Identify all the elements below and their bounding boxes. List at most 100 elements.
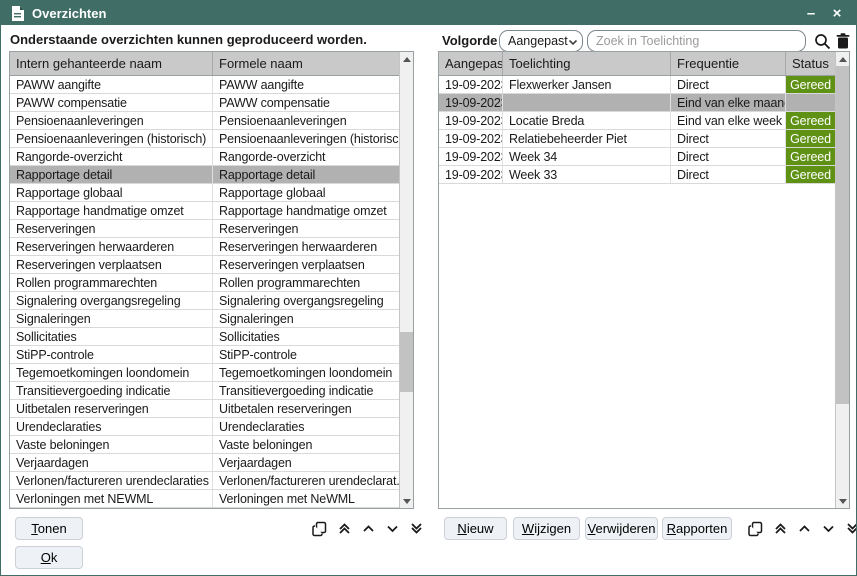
left-scrollbar-thumb[interactable] [400, 332, 413, 392]
cell-formele-naam: Rangorde-overzicht [213, 148, 399, 165]
table-row[interactable]: Rapportage handmatige omzetRapportage ha… [10, 202, 399, 220]
cell-intern-naam: Signalering overgangsregeling [10, 292, 213, 309]
cell-formele-naam: Vaste beloningen [213, 436, 399, 453]
table-row[interactable]: Reserveringen herwaarderenReserveringen … [10, 238, 399, 256]
scroll-down-icon[interactable] [836, 494, 849, 508]
cell-intern-naam: Rapportage handmatige omzet [10, 202, 213, 219]
cell-intern-naam: PAWW compensatie [10, 94, 213, 111]
move-bottom-icon[interactable] [405, 517, 427, 540]
status-badge: Gereed [786, 130, 835, 147]
table-row[interactable]: PAWW compensatiePAWW compensatie [10, 94, 399, 112]
copy-icon[interactable] [309, 517, 331, 540]
scroll-up-icon[interactable] [400, 52, 413, 66]
minimize-button[interactable]: – [798, 1, 824, 25]
producties-table: Aangepast Toelichting Frequentie Status … [438, 51, 850, 509]
table-row[interactable]: UrendeclaratiesUrendeclaraties [10, 418, 399, 436]
column-header-intern-naam[interactable]: Intern gehanteerde naam [10, 52, 213, 75]
volgorde-label: Volgorde [442, 33, 497, 48]
cell-formele-naam: Rapportage globaal [213, 184, 399, 201]
cell-formele-naam: StiPP-controle [213, 346, 399, 363]
cell-intern-naam: Tegemoetkomingen loondomein [10, 364, 213, 381]
table-row[interactable]: Transitievergoeding indicatieTransitieve… [10, 382, 399, 400]
right-table-header: Aangepast Toelichting Frequentie Status [439, 52, 835, 76]
table-row[interactable]: SignaleringenSignaleringen [10, 310, 399, 328]
cell-aangepast: 19-09-2023 [439, 76, 503, 93]
cell-toelichting: Week 33 [503, 166, 671, 183]
verwijderen-button[interactable]: Verwijderen [585, 517, 658, 540]
cell-formele-naam: Signalering overgangsregeling [213, 292, 399, 309]
table-row[interactable]: SollicitatiesSollicitaties [10, 328, 399, 346]
table-row[interactable]: Uitbetalen reserveringenUitbetalen reser… [10, 400, 399, 418]
cell-intern-naam: Uitbetalen reserveringen [10, 400, 213, 417]
search-icon[interactable] [811, 30, 833, 52]
left-table-scrollbar[interactable] [399, 52, 413, 508]
status-badge: Gereed [786, 112, 835, 129]
table-row[interactable]: VerjaardagenVerjaardagen [10, 454, 399, 472]
move-up-icon[interactable] [357, 517, 379, 540]
status-badge [786, 94, 835, 111]
status-badge: Gereed [786, 166, 835, 183]
cell-intern-naam: Vaste beloningen [10, 436, 213, 453]
table-row[interactable]: PAWW aangiftePAWW aangifte [10, 76, 399, 94]
move-bottom-icon[interactable] [841, 517, 857, 540]
right-scrollbar-thumb[interactable] [836, 66, 849, 404]
table-row[interactable]: Rangorde-overzichtRangorde-overzicht [10, 148, 399, 166]
move-up-icon[interactable] [793, 517, 815, 540]
column-header-toelichting[interactable]: Toelichting [503, 52, 671, 75]
cell-intern-naam: Verjaardagen [10, 454, 213, 471]
column-header-status[interactable]: Status [786, 52, 835, 75]
overzichten-table: Intern gehanteerde naam Formele naam PAW… [9, 51, 414, 509]
table-row[interactable]: 19-09-2023Relatiebeheerder PietDirectGer… [439, 130, 835, 148]
table-row[interactable]: 19-09-2023Eind van elke maand [439, 94, 835, 112]
rapporten-button[interactable]: Rapporten [662, 517, 732, 540]
cell-toelichting: Locatie Breda [503, 112, 671, 129]
left-table-body: PAWW aangiftePAWW aangiftePAWW compensat… [10, 76, 399, 508]
close-button[interactable]: × [824, 1, 850, 25]
scroll-up-icon[interactable] [836, 52, 849, 66]
cell-intern-naam: PAWW aangifte [10, 76, 213, 93]
table-row[interactable]: Reserveringen verplaatsenReserveringen v… [10, 256, 399, 274]
cell-aangepast: 19-09-2023 [439, 130, 503, 147]
cell-intern-naam: Sollicitaties [10, 328, 213, 345]
scroll-down-icon[interactable] [400, 494, 413, 508]
table-row[interactable]: Rapportage detailRapportage detail [10, 166, 399, 184]
table-row[interactable]: Tegemoetkomingen loondomeinTegemoetkomin… [10, 364, 399, 382]
search-input[interactable] [587, 30, 806, 52]
table-row[interactable]: Vaste beloningenVaste beloningen [10, 436, 399, 454]
table-row[interactable]: 19-09-2023Week 33DirectGereed [439, 166, 835, 184]
trash-icon[interactable] [834, 30, 852, 52]
table-row[interactable]: ReserveringenReserveringen [10, 220, 399, 238]
sort-select[interactable]: Aangepast [499, 30, 583, 52]
table-row[interactable]: Rapportage globaalRapportage globaal [10, 184, 399, 202]
table-row[interactable]: 19-09-2023Locatie BredaEind van elke wee… [439, 112, 835, 130]
tonen-button[interactable]: Tonen [15, 517, 83, 540]
table-row[interactable]: Verlonen/factureren urendeclaratiesVerlo… [10, 472, 399, 490]
move-top-icon[interactable] [333, 517, 355, 540]
table-row[interactable]: Verloningen met NEWMLVerloningen met NeW… [10, 490, 399, 508]
copy-icon[interactable] [745, 517, 767, 540]
nieuw-button[interactable]: Nieuw [444, 517, 507, 540]
table-row[interactable]: Signalering overgangsregelingSignalering… [10, 292, 399, 310]
move-top-icon[interactable] [769, 517, 791, 540]
table-row[interactable]: Rollen programmarechtenRollen programmar… [10, 274, 399, 292]
column-header-formele-naam[interactable]: Formele naam [213, 52, 399, 75]
cell-formele-naam: Sollicitaties [213, 328, 399, 345]
ok-button[interactable]: Ok [15, 546, 83, 569]
cell-intern-naam: Rollen programmarechten [10, 274, 213, 291]
move-down-icon[interactable] [381, 517, 403, 540]
move-down-icon[interactable] [817, 517, 839, 540]
table-row[interactable]: 19-09-2023Week 34DirectGereed [439, 148, 835, 166]
titlebar: Overzichten – × [1, 1, 856, 25]
table-row[interactable]: Pensioenaanleveringen (historisch)Pensio… [10, 130, 399, 148]
column-header-aangepast[interactable]: Aangepast [439, 52, 503, 75]
column-header-frequentie[interactable]: Frequentie [671, 52, 786, 75]
table-row[interactable]: 19-09-2023Flexwerker JansenDirectGereed [439, 76, 835, 94]
right-table-scrollbar[interactable] [835, 52, 849, 508]
cell-intern-naam: StiPP-controle [10, 346, 213, 363]
table-row[interactable]: StiPP-controleStiPP-controle [10, 346, 399, 364]
cell-formele-naam: Rollen programmarechten [213, 274, 399, 291]
cell-aangepast: 19-09-2023 [439, 166, 503, 183]
cell-formele-naam: Rapportage detail [213, 166, 399, 183]
table-row[interactable]: PensioenaanleveringenPensioenaanlevering… [10, 112, 399, 130]
wijzigen-button[interactable]: Wijzigen [513, 517, 580, 540]
